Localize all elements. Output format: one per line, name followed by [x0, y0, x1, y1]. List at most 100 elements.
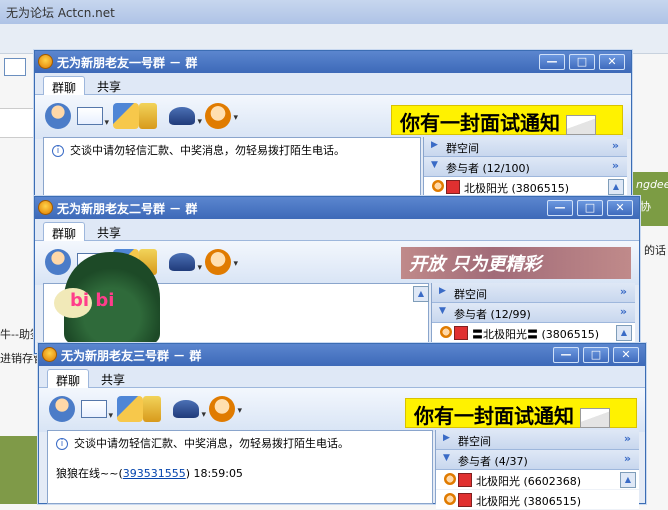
background-text-fragment: ngdee [636, 178, 668, 191]
minimize-button[interactable]: — [539, 54, 565, 70]
background-row [0, 108, 36, 138]
group-members-icon[interactable] [45, 249, 71, 275]
ad-banner[interactable]: 你有一封面试通知 [405, 398, 637, 428]
member-id: (3806515) [511, 182, 570, 195]
expand-icon[interactable]: » [620, 305, 627, 318]
triangle-down-icon: ▼ [439, 306, 446, 316]
scroll-up-button[interactable]: ▲ [608, 179, 624, 195]
maximize-button[interactable]: □ [583, 347, 609, 363]
expand-icon[interactable]: » [624, 452, 631, 465]
group-space-section[interactable]: ▶ 群空间 » [432, 283, 635, 303]
avatar [444, 473, 456, 485]
group-members-icon[interactable] [49, 396, 75, 422]
ad-banner-text: 你有一封面试通知 [400, 111, 560, 135]
member-id: (3806515) [523, 495, 582, 508]
tab-group-chat[interactable]: 群聊 [47, 369, 90, 388]
group-members-icon[interactable] [45, 103, 71, 129]
user-settings-icon[interactable]: ▾ [209, 396, 242, 422]
scroll-up-button[interactable]: ▲ [620, 472, 636, 488]
chevron-down-icon: ▾ [197, 263, 202, 273]
group-chat-window-3[interactable]: 无为新朋老友三号群 － 群 — □ ✕ 群聊 共享 ▾ ▾ ▾ 你有一封面试通知… [38, 343, 646, 510]
ad-banner[interactable]: 开放 只为更精彩 [401, 247, 631, 279]
group-space-section[interactable]: ▶ 群空间 » [436, 430, 639, 450]
mail-icon[interactable] [4, 58, 26, 76]
police-cap-icon[interactable]: ▾ [169, 253, 202, 273]
close-button[interactable]: ✕ [613, 347, 639, 363]
members-header: 参与者 (12/99) [454, 308, 531, 321]
member-panel: ▶ 群空间 » ▼ 参与者 (12/99) » 〓北极阳光〓 (3806515) ▲ [431, 283, 635, 351]
members-section[interactable]: ▼ 参与者 (4/37) » [436, 450, 639, 470]
sender-qq-link[interactable]: 393531555 [123, 467, 186, 480]
scroll-up-button[interactable]: ▲ [616, 325, 632, 341]
mail-icon[interactable]: ▾ [77, 107, 109, 128]
members-section[interactable]: ▼ 参与者 (12/99) » [432, 303, 635, 323]
member-item[interactable]: 北极阳光 (3806515) [436, 490, 639, 510]
member-id: (6602368) [523, 475, 582, 488]
close-button[interactable]: ✕ [599, 54, 625, 70]
background-bottom-panel [0, 436, 40, 504]
mail-icon[interactable]: ▾ [81, 400, 113, 421]
chat-area[interactable]: i 交谈中请勿轻信汇款、中奖消息，勿轻易拨打陌生电话。 狼狼在线~~(393531… [47, 430, 433, 504]
member-item[interactable]: 北极阳光 (6602368) [436, 470, 639, 490]
info-icon: i [52, 145, 64, 157]
phone-icon[interactable] [139, 103, 157, 129]
avatar [454, 326, 468, 340]
user-settings-icon[interactable]: ▾ [205, 249, 238, 275]
maximize-button[interactable]: □ [577, 200, 603, 216]
members-header: 参与者 (4/37) [458, 455, 528, 468]
window-titlebar[interactable]: 无为新朋老友二号群 － 群 — □ ✕ [35, 197, 639, 219]
avatar [440, 326, 452, 338]
tab-share[interactable]: 共享 [89, 76, 129, 95]
group-space-label: 群空间 [446, 142, 479, 155]
expand-icon[interactable]: » [612, 139, 619, 152]
police-cap-icon[interactable]: ▾ [169, 107, 202, 127]
qq-icon [38, 54, 53, 69]
chevron-down-icon: ▾ [104, 118, 109, 128]
phone-icon[interactable] [143, 396, 161, 422]
triangle-down-icon: ▼ [443, 453, 450, 463]
message-time: 18:59:05 [193, 467, 243, 480]
group-space-section[interactable]: ▶ 群空间 » [424, 137, 627, 157]
group-chat-window-1[interactable]: 无为新朋老友一号群 － 群 — □ ✕ 群聊 共享 ▾ ▾ ▾ 你有一封面试通知… [34, 50, 632, 210]
avatar [458, 473, 472, 487]
tab-share[interactable]: 共享 [89, 222, 129, 241]
user-settings-icon[interactable]: ▾ [205, 103, 238, 129]
member-panel: ▶ 群空间 » ▼ 参与者 (4/37) » 北极阳光 (6602368) 北极阳光 (… [435, 430, 639, 510]
security-notice: 交谈中请勿轻信汇款、中奖消息，勿轻易拨打陌生电话。 [70, 144, 345, 157]
chevron-down-icon: ▾ [201, 410, 206, 420]
group-space-label: 群空间 [454, 288, 487, 301]
chevron-down-icon: ▾ [108, 411, 113, 421]
window-titlebar[interactable]: 无为新朋老友一号群 － 群 — □ ✕ [35, 51, 631, 73]
scroll-up-button[interactable]: ▲ [413, 286, 429, 302]
close-button[interactable]: ✕ [607, 200, 633, 216]
security-notice: 交谈中请勿轻信汇款、中奖消息，勿轻易拨打陌生电话。 [74, 437, 349, 450]
member-name: 北极阳光 [476, 475, 520, 488]
expand-icon[interactable]: » [624, 432, 631, 445]
tools-icon[interactable] [113, 103, 139, 129]
toolbar: ▾ ▾ ▾ 你有一封面试通知 [35, 95, 631, 139]
tab-group-chat[interactable]: 群聊 [43, 222, 86, 241]
members-section[interactable]: ▼ 参与者 (12/100) » [424, 157, 627, 177]
minimize-button[interactable]: — [553, 347, 579, 363]
expand-icon[interactable]: » [612, 159, 619, 172]
expand-icon[interactable]: » [620, 285, 627, 298]
background-text-fragment: 的话 [644, 244, 666, 257]
triangle-right-icon: ▶ [443, 433, 450, 443]
maximize-button[interactable]: □ [569, 54, 595, 70]
tools-icon[interactable] [117, 396, 143, 422]
tab-group-chat[interactable]: 群聊 [43, 76, 86, 95]
ad-banner[interactable]: 你有一封面试通知 [391, 105, 623, 135]
police-cap-icon[interactable]: ▾ [173, 400, 206, 420]
tab-share[interactable]: 共享 [93, 369, 133, 388]
member-item[interactable]: 北极阳光 (3806515) [424, 177, 627, 197]
qq-icon [38, 200, 53, 215]
member-name: 北极阳光 [464, 182, 508, 195]
toolbar: ▾ ▾ ▾ 你有一封面试通知 [39, 388, 645, 432]
ad-banner-text: 你有一封面试通知 [414, 404, 574, 428]
window-titlebar[interactable]: 无为新朋老友三号群 － 群 — □ ✕ [39, 344, 645, 366]
member-id: (3806515) [541, 328, 600, 341]
minimize-button[interactable]: — [547, 200, 573, 216]
triangle-right-icon: ▶ [439, 286, 446, 296]
window-title: 无为新朋老友三号群 － 群 [61, 349, 202, 363]
member-item[interactable]: 〓北极阳光〓 (3806515) [432, 323, 635, 343]
